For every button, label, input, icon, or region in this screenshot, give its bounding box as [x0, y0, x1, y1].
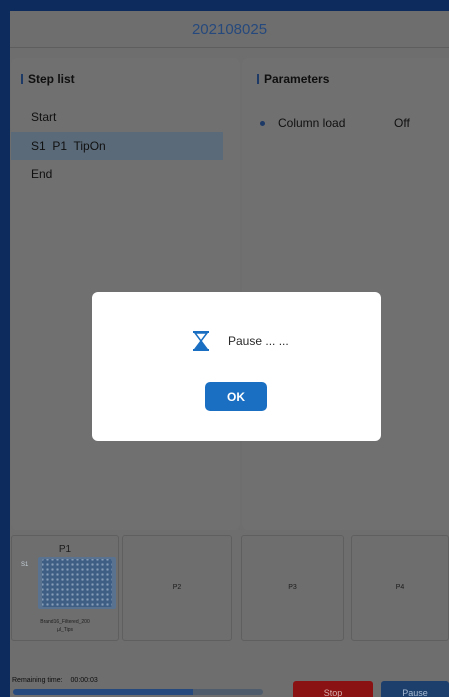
run-progress-bar [13, 689, 263, 695]
pause-dialog: Pause ... ... OK [92, 292, 381, 441]
dialog-message: Pause ... ... [190, 330, 289, 352]
status-footer: Remaining time: 00:00:03 Stop Pause [10, 671, 449, 697]
plate-slot-p2[interactable]: P2 [122, 535, 232, 641]
remaining-label: Remaining time: [12, 677, 63, 684]
plate-layout: P1 S1 Brand16_Filtered_200 µl_Tips P2 P3… [10, 535, 449, 655]
dialog-message-text: Pause ... ... [228, 334, 289, 348]
step-item-s1-p1-tipon[interactable]: S1 P1 TipOn [11, 132, 223, 160]
step-label: Start [31, 110, 57, 124]
parameters-heading: Parameters [257, 72, 329, 86]
bullet-icon [260, 120, 265, 126]
plate-label: P4 [395, 584, 405, 591]
labware-caption-line2: µl_Tips [56, 627, 74, 633]
plate-slot-p3[interactable]: P3 [241, 535, 344, 641]
ok-label: OK [227, 389, 245, 404]
step-list-title: Step list [28, 72, 75, 86]
plate-label: P3 [288, 584, 297, 591]
plate-label: P1 [58, 544, 72, 555]
param-value: Off [394, 116, 410, 130]
step-list-heading: Step list [21, 72, 75, 86]
ok-button[interactable]: OK [205, 382, 267, 411]
stop-button[interactable]: Stop [293, 681, 373, 697]
hourglass-icon [193, 331, 209, 351]
step-label: S1 P1 TipOn [31, 139, 106, 153]
slot-tag: S1 [21, 562, 29, 568]
step-label: End [31, 167, 53, 181]
param-name: Column load [278, 116, 346, 130]
step-item-end[interactable]: End [11, 160, 223, 188]
remaining-time: Remaining time: 00:00:03 [12, 677, 98, 684]
heading-marker-icon [257, 74, 259, 84]
remaining-value: 00:00:03 [70, 677, 98, 684]
pause-button[interactable]: Pause [381, 681, 449, 697]
tip-rack-icon [42, 559, 112, 607]
page-title: 202108025 [191, 20, 268, 38]
heading-marker-icon [21, 74, 23, 84]
pause-label: Pause [402, 688, 428, 697]
step-item-start[interactable]: Start [11, 103, 223, 131]
labware-caption-line1: Brand16_Filtered_200 [40, 619, 90, 625]
param-row-column-load: Column load Off [260, 116, 449, 130]
title-bar: 202108025 [10, 11, 449, 48]
plate-slot-p1[interactable]: P1 S1 Brand16_Filtered_200 µl_Tips [11, 535, 119, 641]
parameters-title: Parameters [264, 72, 330, 86]
progress-fill [13, 689, 193, 695]
stop-label: Stop [323, 688, 343, 697]
plate-label: P2 [172, 584, 182, 591]
labware-caption: Brand16_Filtered_200 µl_Tips [12, 618, 118, 634]
plate-slot-p4[interactable]: P4 [351, 535, 449, 641]
